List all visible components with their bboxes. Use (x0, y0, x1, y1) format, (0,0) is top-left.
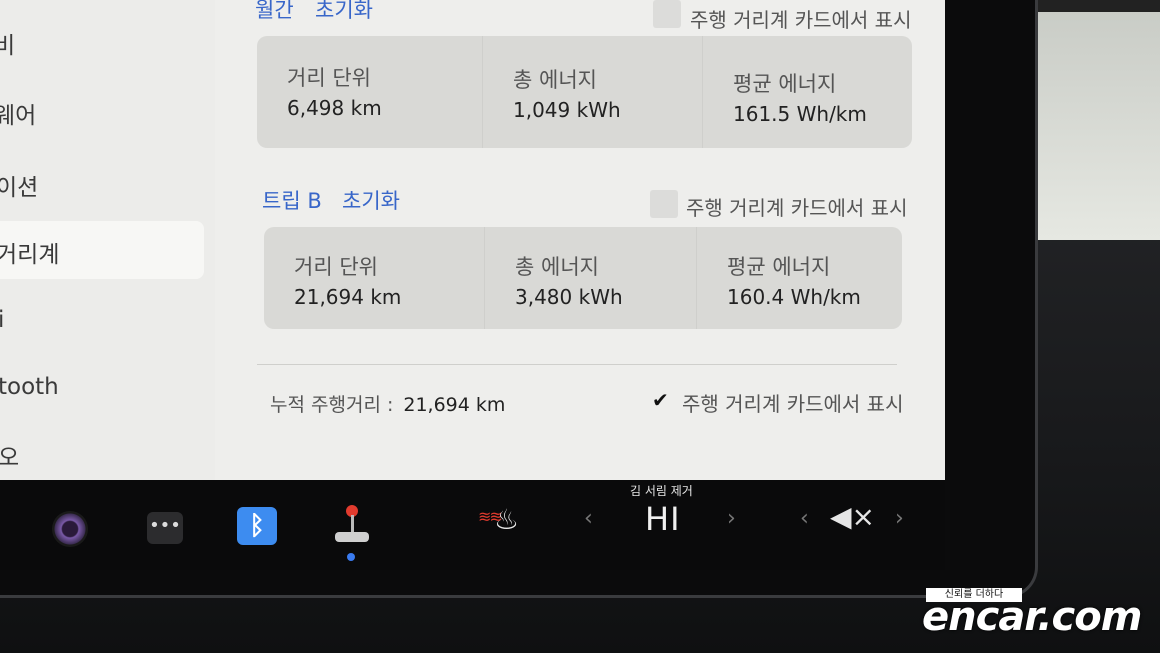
stat-distance: 거리 단위 6,498 km (257, 36, 482, 148)
odometer-row: 누적 주행거리 : 21,694 km (270, 390, 505, 417)
sidebar-item-3[interactable]: 이션 (0, 168, 38, 202)
stat-energy: 총 에너지 1,049 kWh (482, 36, 703, 148)
sidebar-item-label: 오 (0, 445, 20, 471)
joystick-icon[interactable] (333, 505, 371, 545)
defrost-label: 김 서림 제거 (630, 484, 693, 498)
sidebar-item-1[interactable]: 비 (0, 26, 15, 60)
stat-avg-energy: 평균 에너지 161.5 Wh/km (702, 36, 913, 148)
stat-label: 총 에너지 (513, 68, 597, 92)
volume-down-chevron-icon[interactable]: ‹ (800, 506, 809, 531)
stat-label: 평균 에너지 (727, 255, 831, 279)
sidebar-item-label: tooth (0, 374, 59, 400)
odometer-value: 21,694 km (403, 394, 506, 416)
trip-b-show-checkbox[interactable] (650, 190, 678, 218)
stat-value: 6,498 km (287, 96, 382, 120)
fan-speed-value[interactable]: HI (645, 500, 681, 538)
stat-distance: 거리 단위 21,694 km (264, 227, 484, 329)
sidebar-item-label: 비 (0, 33, 16, 59)
sidebar-item-label: 거리계 (0, 242, 60, 268)
sidebar-item-odometer[interactable]: 거리계 (0, 221, 204, 279)
stat-label: 총 에너지 (515, 255, 599, 279)
stat-label: 평균 에너지 (733, 72, 837, 96)
bluetooth-icon[interactable]: ᛒ (237, 507, 277, 545)
stat-label: 거리 단위 (287, 66, 371, 90)
volume-up-chevron-icon[interactable]: › (895, 506, 904, 531)
stat-value: 1,049 kWh (513, 98, 621, 122)
watermark-brand: encar.com (922, 594, 1142, 640)
stat-value: 21,694 km (294, 285, 402, 309)
trip-a-reset-link[interactable]: 초기화 (315, 0, 373, 24)
sidebar-item-label: i (0, 307, 5, 333)
volume-mute-icon[interactable]: ◀× (830, 500, 875, 533)
trip-a-title: 월간 (255, 0, 294, 22)
stat-label: 거리 단위 (294, 255, 378, 279)
stat-value: 160.4 Wh/km (727, 285, 861, 309)
camera-icon[interactable] (52, 511, 88, 547)
sidebar-item-2[interactable]: 웨어 (0, 96, 36, 130)
trip-a-show-label[interactable]: 주행 거리계 카드에서 표시 (690, 4, 911, 33)
side-window (1030, 10, 1160, 240)
sidebar-item-label: 웨어 (0, 103, 37, 129)
touchscreen: 비 웨어 이션 거리계 i tooth 오 월간 초기화 주행 거리계 카드에서… (0, 0, 945, 480)
window-frame (1030, 0, 1160, 12)
odometer-show-label[interactable]: 주행 거리계 카드에서 표시 (682, 388, 903, 417)
odometer-label: 누적 주행거리 : (270, 394, 394, 416)
trip-b-title: 트립 B (262, 189, 322, 213)
trip-b-reset-link[interactable]: 초기화 (342, 185, 400, 215)
stat-value: 161.5 Wh/km (733, 102, 867, 126)
sidebar-item-7[interactable]: 오 (0, 438, 19, 472)
stat-value: 3,480 kWh (515, 285, 623, 309)
check-icon[interactable]: ✔ (652, 388, 669, 412)
section-divider (257, 364, 897, 365)
trip-b-show-label[interactable]: 주행 거리계 카드에서 표시 (686, 192, 907, 221)
trip-a-show-checkbox[interactable] (653, 0, 681, 28)
trip-a-stats-card: 거리 단위 6,498 km 총 에너지 1,049 kWh 평균 에너지 16… (257, 36, 912, 148)
stat-energy: 총 에너지 3,480 kWh (484, 227, 697, 329)
active-indicator (347, 553, 355, 561)
fan-decrease-chevron-icon[interactable]: ‹ (584, 506, 593, 531)
sidebar-item-label: 이션 (0, 175, 39, 201)
seat-heater-icon[interactable]: ≋≋ ♨ (478, 503, 520, 543)
fan-increase-chevron-icon[interactable]: › (727, 506, 736, 531)
sidebar-item-bluetooth[interactable]: tooth (0, 374, 59, 400)
seat-icon: ♨ (494, 503, 520, 536)
sidebar-item-5[interactable]: i (0, 307, 4, 333)
stat-avg-energy: 평균 에너지 160.4 Wh/km (696, 227, 903, 329)
trip-b-stats-card: 거리 단위 21,694 km 총 에너지 3,480 kWh 평균 에너지 1… (264, 227, 902, 329)
settings-sidebar: 비 웨어 이션 거리계 i tooth 오 (0, 0, 215, 480)
more-icon[interactable]: ••• (147, 512, 183, 544)
